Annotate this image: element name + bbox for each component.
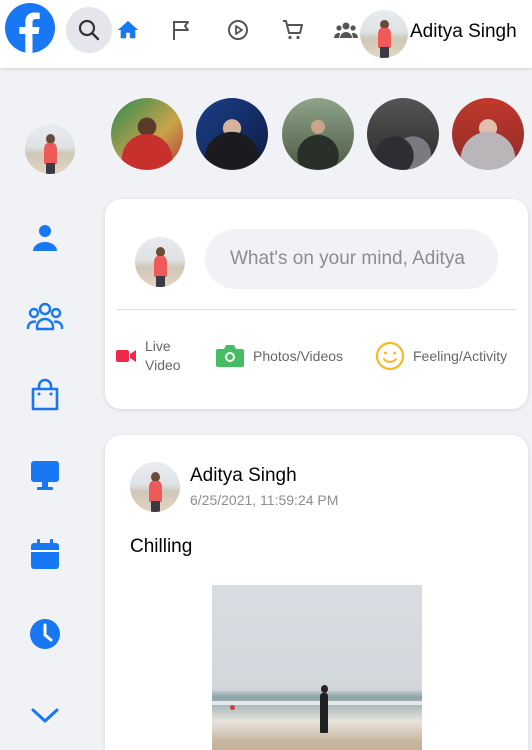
groups-icon[interactable] — [333, 17, 359, 43]
avatar[interactable] — [360, 10, 408, 58]
feeling-activity-label: Feeling/Activity — [413, 347, 508, 364]
divider — [117, 309, 516, 310]
post-author[interactable]: Aditya Singh — [190, 465, 297, 487]
search-button[interactable] — [66, 7, 112, 53]
watch-icon[interactable] — [225, 17, 251, 43]
live-video-icon — [116, 350, 136, 362]
avatar[interactable] — [130, 462, 180, 512]
story-thumbnail[interactable] — [282, 98, 354, 170]
story-thumbnail[interactable] — [367, 98, 439, 170]
memories-icon[interactable] — [26, 615, 64, 653]
friends-icon[interactable] — [26, 218, 64, 256]
feeling-activity-button[interactable]: Feeling/Activity — [375, 341, 507, 371]
story-thumbnail[interactable] — [452, 98, 524, 170]
sidebar-watch-icon[interactable] — [26, 456, 64, 494]
status-input[interactable] — [205, 229, 498, 289]
photos-videos-label: Photos/Videos — [253, 347, 344, 364]
create-post-card: Live Video Photos/Videos Feeling/Activit… — [105, 199, 528, 409]
profile-name[interactable]: Aditya Singh — [410, 21, 517, 43]
story-thumbnail[interactable] — [196, 98, 268, 170]
search-icon — [78, 19, 100, 41]
marketplace-icon[interactable] — [280, 17, 306, 43]
live-video-label: Live Video — [145, 338, 181, 373]
see-more-chevron-icon[interactable] — [26, 696, 64, 734]
story-thumbnail[interactable] — [111, 98, 183, 170]
home-icon[interactable] — [115, 17, 141, 43]
photo-icon — [216, 345, 244, 367]
post-image[interactable] — [212, 585, 422, 750]
facebook-f-icon — [19, 12, 40, 53]
post-card: Aditya Singh 6/25/2021, 11:59:24 PM Chil… — [105, 435, 528, 750]
events-icon[interactable] — [26, 535, 64, 573]
sidebar-profile-avatar[interactable] — [25, 124, 75, 174]
photos-videos-button[interactable]: Photos/Videos — [215, 343, 343, 369]
live-video-button[interactable]: Live Video — [115, 337, 181, 375]
sidebar-groups-icon[interactable] — [26, 297, 64, 335]
flag-icon[interactable] — [169, 17, 195, 43]
avatar[interactable] — [135, 237, 185, 287]
top-navbar: Aditya Singh — [0, 0, 532, 68]
facebook-logo[interactable] — [5, 3, 55, 53]
post-text: Chilling — [130, 536, 193, 557]
sidebar-marketplace-icon[interactable] — [26, 376, 64, 414]
feeling-icon — [375, 341, 405, 371]
post-timestamp[interactable]: 6/25/2021, 11:59:24 PM — [190, 492, 338, 508]
